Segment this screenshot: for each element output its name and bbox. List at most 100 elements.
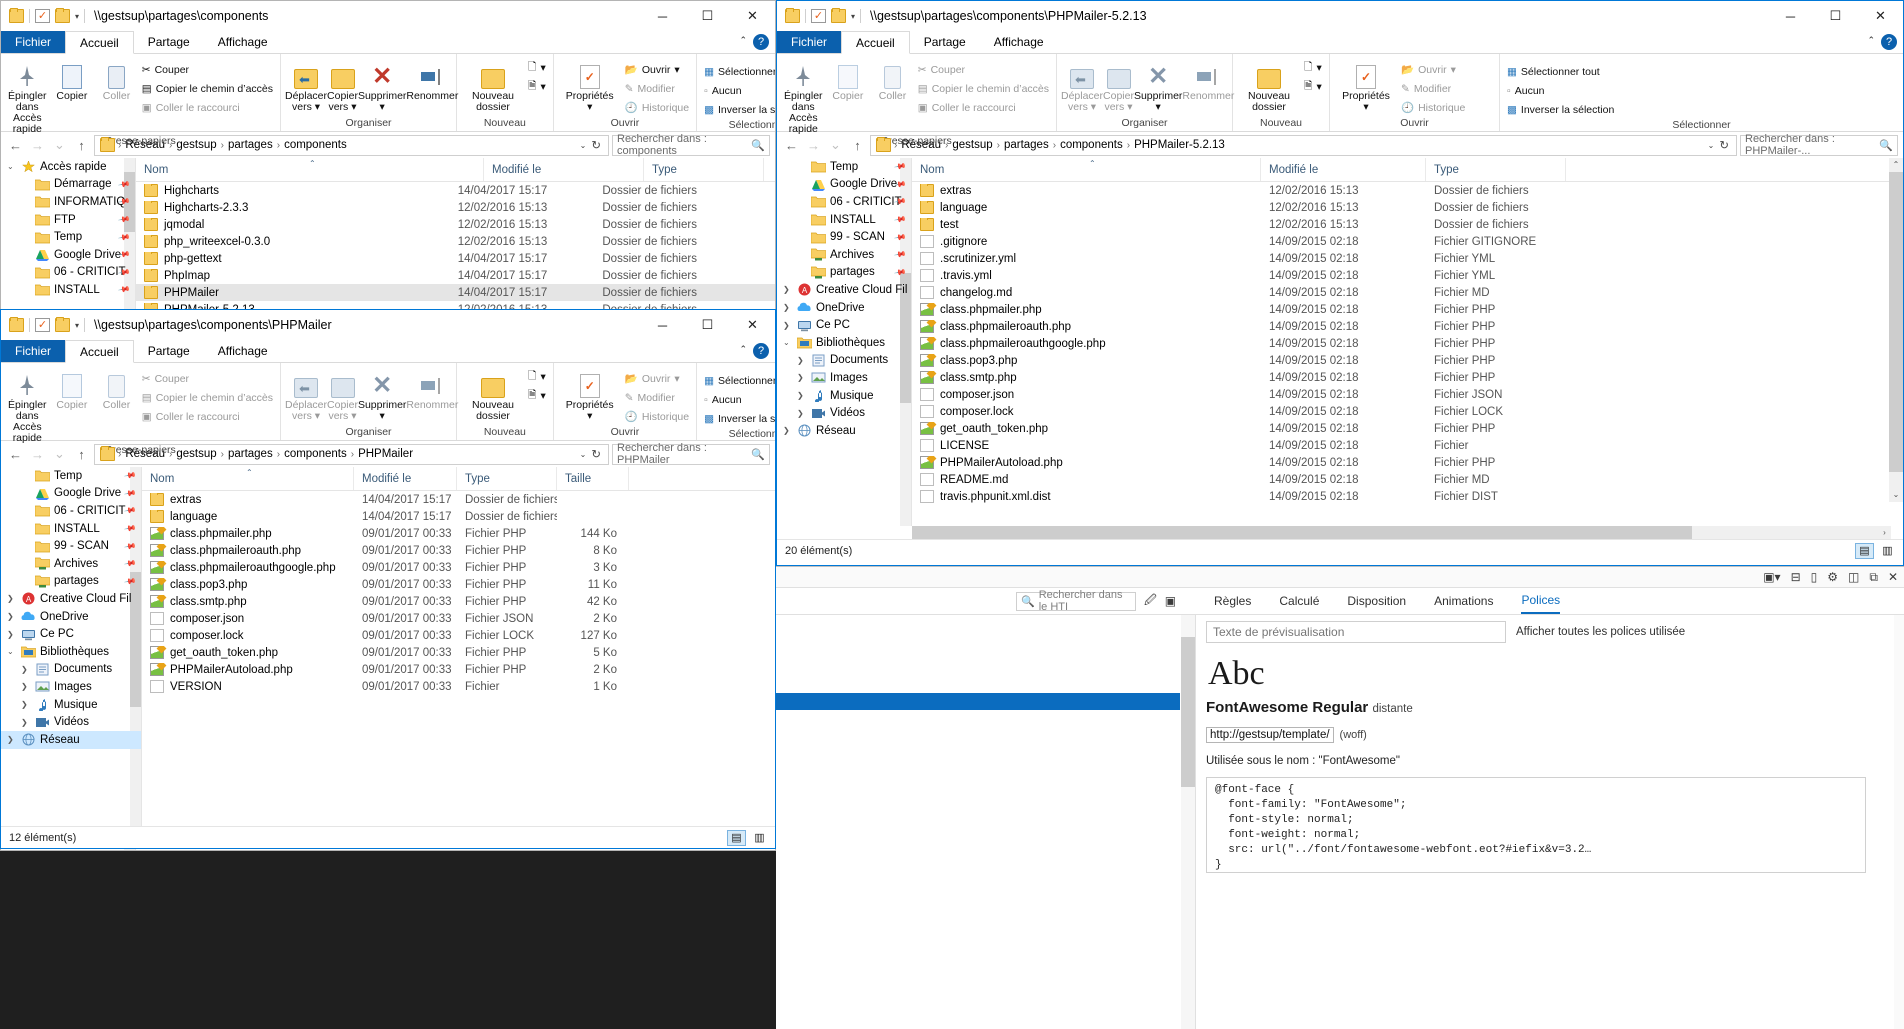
- chevron-right-icon[interactable]: ❯: [797, 409, 807, 418]
- nav-item[interactable]: ❯ A Creative Cloud Fil: [777, 281, 911, 299]
- tab-affichage[interactable]: Affichage: [204, 340, 282, 362]
- copy-button[interactable]: Copier: [50, 365, 95, 411]
- select-all-button[interactable]: ▦Sélectionner tout: [701, 371, 775, 390]
- nav-item[interactable]: ❯ Ce PC: [1, 625, 141, 643]
- tab-accueil[interactable]: Accueil: [841, 31, 910, 54]
- table-row[interactable]: test 12/02/2016 15:13 Dossier de fichiers: [912, 216, 1903, 233]
- table-row[interactable]: Highcharts-2.3.3 12/02/2016 15:13 Dossier …: [136, 199, 775, 216]
- chevron-right-icon[interactable]: ❯: [783, 321, 793, 330]
- nav-item[interactable]: INFORMATIQ 📌: [1, 193, 135, 211]
- new-folder-icon[interactable]: [55, 317, 70, 332]
- chevron-right-icon[interactable]: ❯: [21, 682, 31, 691]
- history-button[interactable]: 🕘 Historique: [1398, 98, 1468, 117]
- win2-view-buttons[interactable]: ▤ ▥: [1855, 542, 1897, 559]
- chevron-right-icon[interactable]: ❯: [797, 356, 807, 365]
- chevron-down-icon[interactable]: ⌄: [580, 141, 587, 150]
- crumb-3[interactable]: components: [280, 448, 351, 460]
- devtools-toolbar[interactable]: ▣▾ ⊟ ▯ ⚙ ◫ ⧉ ✕: [776, 567, 1904, 588]
- table-row[interactable]: PHPMailerAutoload.php 09/01/2017 00:33 Fic…: [142, 661, 775, 678]
- nav-item[interactable]: ❯ Images: [1, 678, 141, 696]
- win1-rows[interactable]: Highcharts 14/04/2017 15:17 Dossier de fic…: [136, 182, 775, 318]
- rename-button[interactable]: Renommer: [1182, 56, 1234, 102]
- open-button[interactable]: 📂 Ouvrir ▾: [1398, 60, 1468, 79]
- tab-affichage[interactable]: Affichage: [204, 31, 282, 53]
- table-row[interactable]: class.phpmaileroauthgoogle.php 09/01/2017…: [142, 559, 775, 576]
- pin-icon[interactable]: 📌: [893, 266, 906, 279]
- tab-partage[interactable]: Partage: [134, 31, 204, 53]
- chevron-right-icon[interactable]: ❯: [797, 373, 807, 382]
- devtools-inspector-pane[interactable]: [776, 615, 1196, 1029]
- move-to-button[interactable]: ⬅ Déplacer vers ▾: [285, 365, 327, 422]
- selected-dom-node[interactable]: [776, 693, 1180, 710]
- nav-item[interactable]: ❯ Documents: [1, 661, 141, 679]
- search-icon[interactable]: 🔍: [1879, 139, 1893, 152]
- pin-to-quick-access-button[interactable]: Épingler dans Accès rapide: [5, 56, 50, 135]
- table-row[interactable]: extras 14/04/2017 15:17 Dossier de fichier…: [142, 491, 775, 508]
- show-all-fonts-label[interactable]: Afficher toutes les polices utilisée: [1516, 626, 1685, 638]
- win1-column-headers[interactable]: ⌃ Nom Modifié le Type: [136, 158, 775, 182]
- nav-item[interactable]: 99 - SCAN 📌: [1, 537, 141, 555]
- paste-shortcut-button[interactable]: ▣ Coller le raccourci: [139, 407, 276, 426]
- tab-partage[interactable]: Partage: [134, 340, 204, 362]
- history-button[interactable]: 🕘 Historique: [622, 407, 692, 426]
- nav-item[interactable]: Temp 📌: [1, 467, 141, 485]
- gear-icon[interactable]: ⚙: [1827, 570, 1838, 584]
- new-item-button[interactable]: 🗋 ▾: [525, 58, 549, 77]
- chevron-right-icon[interactable]: ❯: [21, 700, 31, 709]
- refresh-icon[interactable]: ↻: [1719, 138, 1729, 152]
- devtools-tabs[interactable]: Règles Calculé Disposition Animations Po…: [1196, 588, 1561, 614]
- properties-check-icon[interactable]: ✓: [35, 318, 50, 332]
- chevron-down-icon[interactable]: ⌄: [783, 338, 793, 347]
- scroll-down-arrow-icon[interactable]: ⌄: [1889, 488, 1903, 502]
- win2-nav-pane[interactable]: Temp 📌 Google Drive 📌 06 - CRITICIT 📌 INSTALL 📌…: [777, 158, 912, 526]
- move-to-button[interactable]: ⬅ Déplacer vers ▾: [1061, 56, 1103, 113]
- column-header-type[interactable]: Type: [644, 158, 764, 181]
- help-icon[interactable]: ?: [753, 34, 769, 50]
- scroll-right-arrow-icon[interactable]: ›: [1878, 526, 1891, 539]
- large-icons-view-button[interactable]: ▥: [1878, 543, 1897, 559]
- select-none-button[interactable]: ▫ Aucun: [701, 81, 775, 100]
- pin-icon[interactable]: 📌: [893, 231, 906, 244]
- nav-item[interactable]: ❯ Vidéos: [1, 713, 141, 731]
- table-row[interactable]: class.smtp.php 09/01/2017 00:33 Fichier PH…: [142, 593, 775, 610]
- win2-vertical-scrollbar[interactable]: ⌃ ⌄: [1889, 158, 1903, 502]
- win1-window-controls[interactable]: ─ ☐ ✕: [640, 1, 775, 31]
- delete-button[interactable]: ✕ Supprimer ▾: [1134, 56, 1182, 113]
- pin-to-quick-access-button[interactable]: Épingler dans Accès rapide: [781, 56, 826, 135]
- win1-search-input[interactable]: Rechercher dans : components 🔍: [612, 133, 770, 157]
- paste-button[interactable]: Coller: [870, 56, 915, 102]
- tab-fichier[interactable]: Fichier: [1, 340, 66, 362]
- nav-item[interactable]: ❯ OneDrive: [1, 608, 141, 626]
- close-button[interactable]: ✕: [1858, 1, 1903, 31]
- chevron-right-icon[interactable]: ❯: [21, 665, 31, 674]
- column-header-type[interactable]: Type: [1426, 158, 1566, 181]
- table-row[interactable]: class.phpmaileroauth.php 14/09/2015 02:18…: [912, 318, 1903, 335]
- select-none-button[interactable]: ▫ Aucun: [701, 390, 775, 409]
- chevron-right-icon[interactable]: ❯: [7, 594, 17, 603]
- expand-pane-icon[interactable]: ▣: [1165, 594, 1176, 608]
- crumb-3[interactable]: components: [280, 139, 351, 151]
- properties-check-icon[interactable]: ✓: [35, 9, 50, 23]
- maximize-button[interactable]: ☐: [1813, 1, 1858, 31]
- win2-file-list[interactable]: ⌃ Nom Modifié le Type extras 12/02/2016 1…: [912, 158, 1903, 526]
- table-row[interactable]: class.pop3.php 14/09/2015 02:18 Fichier PH…: [912, 352, 1903, 369]
- chevron-down-icon[interactable]: ▾: [75, 321, 79, 330]
- nav-item[interactable]: ❯ Musique: [1, 696, 141, 714]
- pin-icon[interactable]: 📌: [893, 248, 906, 261]
- vertical-scroll-thumb[interactable]: [1889, 172, 1903, 472]
- chevron-right-icon[interactable]: ❯: [7, 735, 17, 744]
- tab-accueil[interactable]: Accueil: [65, 31, 134, 54]
- nav-item[interactable]: ❯ A Creative Cloud Fil: [1, 590, 141, 608]
- pin-icon[interactable]: 📌: [123, 540, 136, 553]
- nav-item[interactable]: Temp 📌: [777, 158, 911, 176]
- easy-access-button[interactable]: 🗎 ▾: [1301, 77, 1325, 96]
- new-item-button[interactable]: 🗋 ▾: [1301, 58, 1325, 77]
- column-header-modifie[interactable]: Modifié le: [1261, 158, 1426, 181]
- copy-path-button[interactable]: ▤ Copier le chemin d’accès: [139, 388, 276, 407]
- win2-search-input[interactable]: Rechercher dans : PHPMailer-... 🔍: [1740, 133, 1898, 157]
- table-row[interactable]: PhpImap 14/04/2017 15:17 Dossier de fichie…: [136, 267, 775, 284]
- nav-item[interactable]: Archives 📌: [777, 246, 911, 264]
- table-row[interactable]: LICENSE 14/09/2015 02:18 Fichier: [912, 437, 1903, 454]
- table-row[interactable]: .scrutinizer.yml 14/09/2015 02:18 Fichier …: [912, 250, 1903, 267]
- win3-titlebar[interactable]: ✓ ▾ \\gestsup\partages\components\PHPMai…: [1, 310, 775, 340]
